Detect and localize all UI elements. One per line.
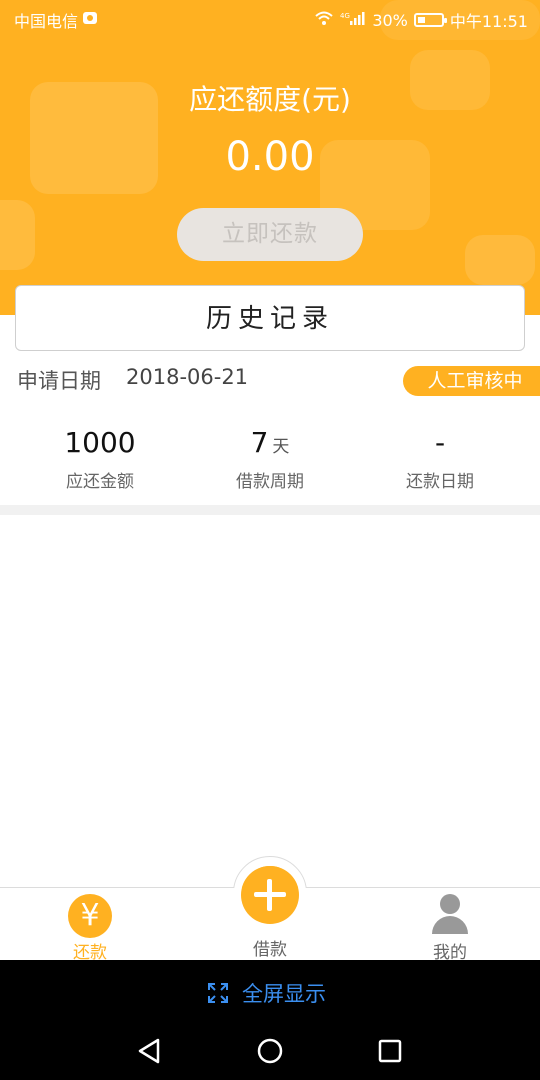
- fullscreen-label: 全屏显示: [242, 982, 326, 1006]
- fullscreen-bar: 全屏显示: [0, 960, 540, 1020]
- signal-icon: 4G: [340, 10, 366, 30]
- history-records-button[interactable]: 历史记录: [15, 285, 525, 351]
- recents-button[interactable]: [370, 1036, 410, 1066]
- apply-date-label: 申请日期: [17, 369, 101, 393]
- notification-icon: [82, 10, 98, 30]
- decorative-square: [0, 200, 35, 270]
- repay-date-label: 还款日期: [406, 472, 474, 492]
- recents-square-icon: [378, 1039, 402, 1063]
- battery-percent: 30%: [372, 10, 408, 30]
- repay-date-stat: - 还款日期: [350, 425, 530, 492]
- loan-period-label: 借款周期: [236, 472, 304, 492]
- loan-period-value: 7: [250, 426, 269, 459]
- carrier-name: 中国电信: [14, 12, 79, 31]
- tab-repay[interactable]: ¥ 还款: [0, 888, 180, 963]
- fullscreen-button[interactable]: 全屏显示: [206, 978, 326, 1008]
- battery-icon: [413, 13, 447, 27]
- home-circle-icon: [257, 1038, 283, 1064]
- back-button[interactable]: [130, 1036, 170, 1066]
- apply-date-value: 2018-06-21: [126, 365, 249, 389]
- status-badge: 人工审核中: [403, 366, 540, 396]
- decorative-square: [465, 235, 535, 285]
- repay-date-value: -: [434, 426, 446, 459]
- repay-amount-label: 应还金额: [66, 472, 134, 492]
- repay-amount-stat: 1000 应还金额: [10, 425, 190, 492]
- amount-value: 0.00: [225, 134, 315, 180]
- tab-mine[interactable]: 我的: [360, 888, 540, 963]
- amount-title: 应还额度(元): [189, 83, 351, 116]
- yen-icon: ¥: [68, 894, 112, 938]
- expand-icon: [208, 983, 228, 1003]
- signal-label: 4G: [340, 12, 350, 20]
- section-divider: [0, 505, 540, 515]
- clock: 中午11:51: [449, 12, 528, 31]
- tab-borrow-label: 借款: [253, 940, 287, 960]
- wifi-icon: [314, 10, 334, 30]
- repay-now-button[interactable]: 立即还款: [177, 208, 363, 261]
- loan-period-unit: 天: [272, 437, 290, 457]
- header-banner: 中国电信 4G 30% 中午11:51 应还额度(元) 0.00 立即还款: [0, 0, 540, 315]
- loan-period-stat: 7天 借款周期: [180, 425, 360, 492]
- system-nav-bar: [0, 1020, 540, 1080]
- status-bar: 中国电信 4G 30% 中午11:51: [0, 0, 540, 36]
- plus-icon[interactable]: [241, 866, 299, 924]
- home-button[interactable]: [250, 1036, 290, 1066]
- back-triangle-icon: [138, 1038, 160, 1064]
- person-icon: [432, 894, 468, 934]
- repay-amount-value: 1000: [64, 426, 136, 459]
